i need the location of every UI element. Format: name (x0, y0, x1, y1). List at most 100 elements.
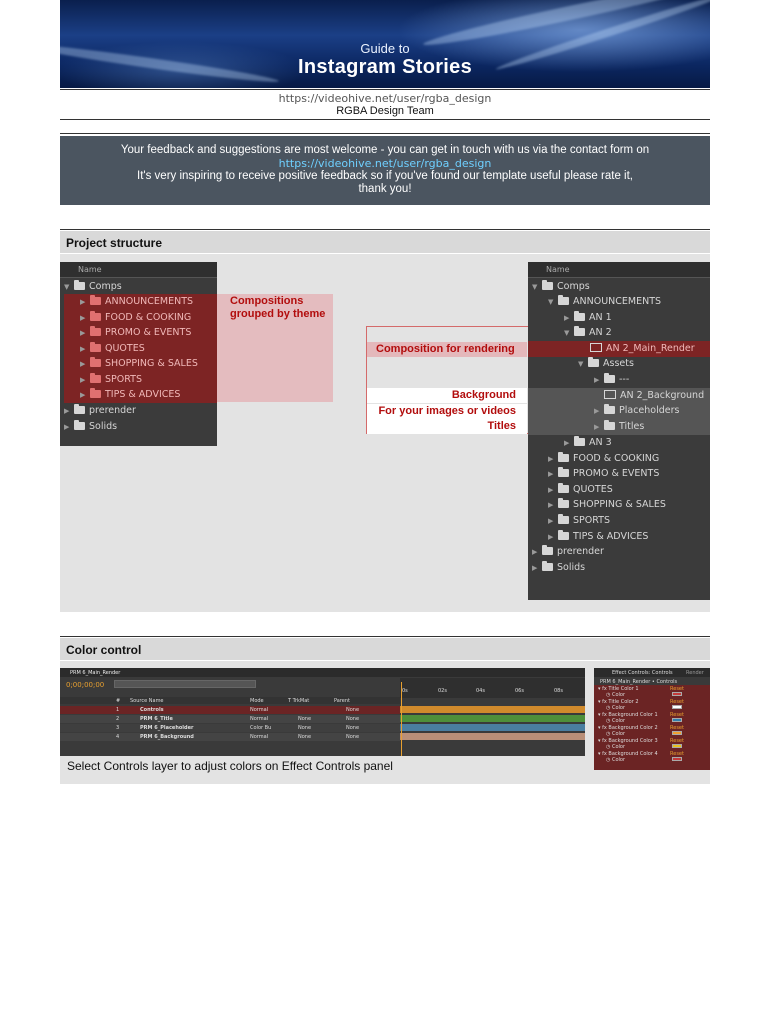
tree-item-solids[interactable]: ▶ Solids (64, 419, 117, 435)
ruler-tick: 02s (438, 688, 447, 694)
tree-item-promo-events[interactable]: ▶ PROMO & EVENTS (548, 466, 659, 482)
tree-item-shopping-sales[interactable]: ▶ SHOPPING & SALES (548, 497, 666, 513)
folder-icon (90, 295, 101, 305)
timeline-panel: PRM 6_Main_Render 0;00;00;00 # Source Na… (60, 668, 585, 756)
folder-icon (90, 342, 101, 352)
color-control-caption: Select Controls layer to adjust colors o… (67, 759, 393, 773)
folder-icon (542, 280, 553, 290)
color-swatch[interactable] (672, 757, 682, 761)
tree-item-background[interactable]: AN 2_Background (528, 388, 710, 404)
folder-icon (558, 514, 569, 524)
ruler-tick: 08s (554, 688, 563, 694)
column-source-name: Source Name (130, 698, 164, 704)
timeline-search-input[interactable] (114, 680, 256, 688)
playhead[interactable] (401, 682, 402, 756)
tree-item-prerender[interactable]: ▶ prerender (532, 544, 604, 560)
team-name: RGBA Design Team (336, 105, 434, 117)
folder-icon (574, 311, 585, 321)
folder-icon (90, 373, 101, 383)
layer-bar-controls[interactable] (400, 706, 585, 713)
effect-tab[interactable]: Effect Controls: Controls (612, 670, 673, 676)
tree-item-assets[interactable]: ▼ Assets (578, 356, 634, 372)
column-mode: Mode (250, 698, 264, 704)
ruler-tick: 06s (515, 688, 524, 694)
layer-trkmat[interactable]: None (298, 716, 311, 722)
layer-parent[interactable]: None (346, 716, 359, 722)
layer-mode[interactable]: Normal (250, 716, 268, 722)
layer-bar-placeholder[interactable] (400, 724, 585, 731)
tree-item-announcements[interactable]: ▼ ANNOUNCEMENTS (548, 294, 661, 310)
ruler-tick: 04s (476, 688, 485, 694)
tree-item-separator[interactable]: ▶ --- (594, 372, 629, 388)
feedback-line-2: It's very inspiring to receive positive … (137, 170, 633, 182)
layer-parent[interactable]: None (346, 725, 359, 731)
layer-trkmat[interactable]: None (298, 725, 311, 731)
tree-item-an3[interactable]: ▶ AN 3 (564, 435, 612, 451)
layer-number: 3 (116, 725, 120, 731)
tree-item-promo-events[interactable]: ▶ PROMO & EVENTS (64, 325, 217, 341)
feedback-link[interactable]: https://videohive.net/user/rgba_design (60, 157, 710, 170)
folder-icon (604, 373, 615, 383)
color-swatch[interactable] (672, 744, 682, 748)
column-parent: Parent (334, 698, 351, 704)
tree-item-main-render[interactable]: AN 2_Main_Render (528, 341, 710, 357)
tree-item-quotes[interactable]: ▶ QUOTES (548, 482, 613, 498)
banner-subtitle: Guide to (360, 41, 410, 56)
callout-images: For your images or videos (378, 405, 516, 417)
layer-bar-title[interactable] (400, 715, 585, 722)
effect-controls-panel: Effect Controls: Controls Render PRM 6_M… (594, 668, 710, 770)
divider (60, 119, 710, 120)
folder-icon (604, 404, 615, 414)
tree-item-tips-advices[interactable]: ▶ TIPS & ADVICES (64, 387, 217, 403)
layer-bar-background[interactable] (400, 733, 585, 740)
layer-trkmat[interactable]: None (298, 734, 311, 740)
layer-mode[interactable]: Color Bu (250, 725, 271, 731)
tree-item-food-cooking[interactable]: ▶ FOOD & COOKING (548, 451, 659, 467)
tree-item-shopping-sales[interactable]: ▶ SHOPPING & SALES (64, 356, 217, 372)
tree-item-announcements[interactable]: ▶ ANNOUNCEMENTS (64, 294, 217, 310)
tree-item-an2[interactable]: ▼ AN 2 (564, 325, 612, 341)
callout-titles: Titles (487, 420, 516, 432)
timeline-tab[interactable]: PRM 6_Main_Render (70, 670, 120, 676)
folder-icon (90, 311, 101, 321)
color-swatch[interactable] (672, 692, 682, 696)
folder-icon (574, 436, 585, 446)
tree-item-titles[interactable]: ▶ Titles (528, 419, 710, 435)
timeline-tab-bar (60, 668, 585, 677)
render-tab[interactable]: Render (686, 670, 704, 676)
tree-item-comps[interactable]: ▼ Comps (532, 279, 590, 295)
callout-compositions: Compositions grouped by theme (230, 295, 326, 320)
folder-icon (558, 498, 569, 508)
folder-icon (90, 357, 101, 367)
folder-icon (90, 326, 101, 336)
color-swatch[interactable] (672, 705, 682, 709)
color-swatch[interactable] (672, 718, 682, 722)
tree-item-quotes[interactable]: ▶ QUOTES (64, 341, 217, 357)
folder-icon (574, 326, 585, 336)
tree-item-sports[interactable]: ▶ SPORTS (548, 513, 610, 529)
layer-mode[interactable]: Normal (250, 707, 268, 713)
layer-name: PRM 6_Background (140, 734, 194, 740)
tree-item-food-cooking[interactable]: ▶ FOOD & COOKING (64, 310, 217, 326)
tree-item-tips-advices[interactable]: ▶ TIPS & ADVICES (548, 529, 648, 545)
folder-icon (604, 420, 615, 430)
folder-icon (558, 483, 569, 493)
tree-item-sports[interactable]: ▶ SPORTS (64, 372, 217, 388)
tree-item-prerender[interactable]: ▶ prerender (64, 403, 136, 419)
color-swatch[interactable] (672, 731, 682, 735)
tree-item-an1[interactable]: ▶ AN 1 (564, 310, 612, 326)
tree-item-placeholders[interactable]: ▶ Placeholders (528, 403, 710, 419)
timecode[interactable]: 0;00;00;00 (66, 681, 104, 689)
folder-icon (74, 404, 85, 414)
tree-item-comps[interactable]: ▼ Comps (64, 279, 122, 295)
layer-mode[interactable]: Normal (250, 734, 268, 740)
feedback-box: Your feedback and suggestions are most w… (60, 136, 710, 205)
author-link[interactable]: https://videohive.net/user/rgba_design (60, 92, 710, 105)
layer-parent[interactable]: None (346, 734, 359, 740)
banner-title: Instagram Stories (297, 56, 473, 78)
tree-item-solids[interactable]: ▶ Solids (532, 560, 585, 576)
folder-icon (542, 561, 553, 571)
layer-parent[interactable]: None (346, 707, 359, 713)
callout-background: Background (451, 389, 516, 401)
ruler-tick: 0s (402, 688, 408, 694)
